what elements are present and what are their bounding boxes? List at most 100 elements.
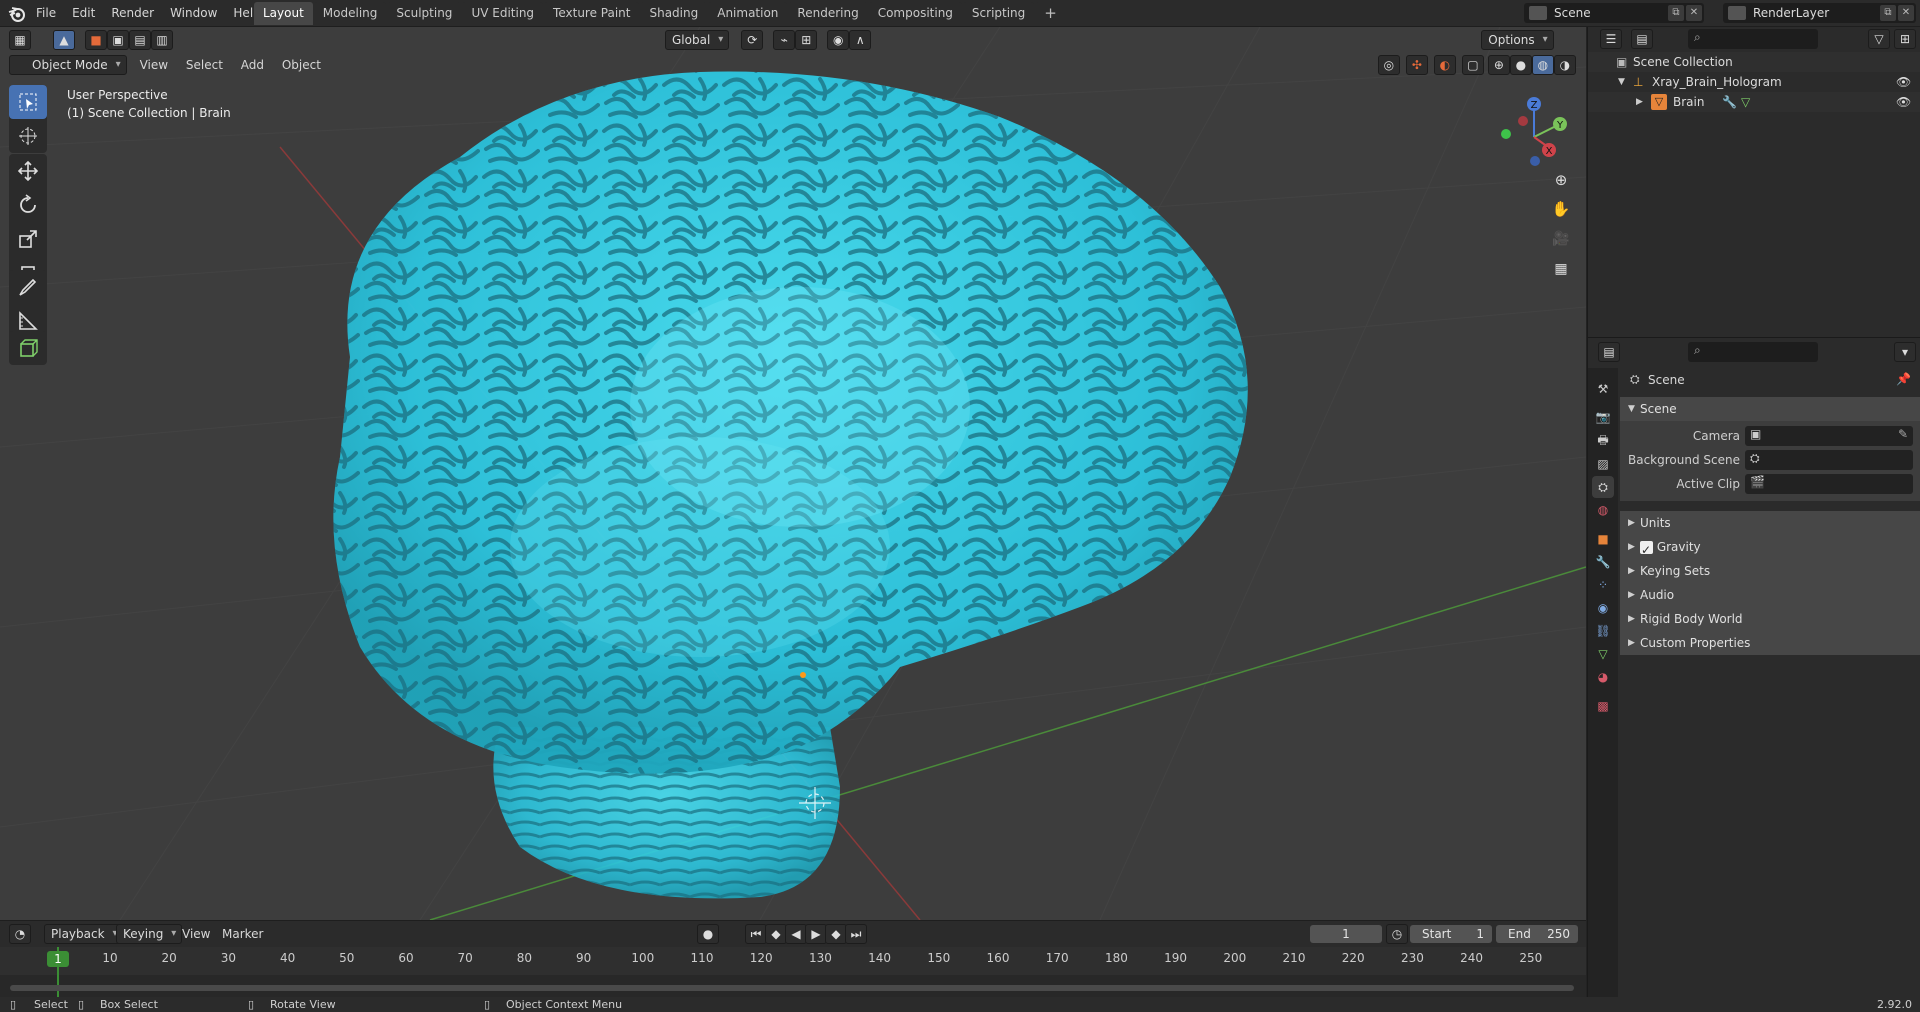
gizmo-neg-y-icon[interactable]: [1501, 129, 1511, 139]
tool-move[interactable]: [9, 154, 47, 188]
timeline-scrollbar[interactable]: [10, 985, 1574, 991]
tab-texture[interactable]: ▩: [1592, 695, 1614, 717]
tool-annotate[interactable]: [9, 270, 47, 304]
expand-brain-icon[interactable]: ▶: [1636, 92, 1643, 112]
tool-cursor[interactable]: [9, 119, 47, 153]
properties-editor-type-icon[interactable]: ▤: [1598, 342, 1620, 362]
outliner-row-collection[interactable]: ▼ ⊥ Xray_Brain_Hologram 👁: [1588, 72, 1920, 92]
falloff-icon[interactable]: ∧: [849, 29, 872, 50]
menu-edit[interactable]: Edit: [64, 6, 103, 20]
select-mode-subtract-icon[interactable]: ▤: [129, 29, 151, 50]
tab-view-layer[interactable]: ▨: [1592, 453, 1614, 475]
background-scene-field[interactable]: ⛭: [1745, 450, 1913, 470]
display-mode-icon[interactable]: ▤: [1631, 29, 1653, 49]
custom-properties-section[interactable]: ▶ Custom Properties: [1620, 631, 1920, 655]
tab-scripting[interactable]: Scripting: [962, 2, 1035, 25]
snap-target-icon[interactable]: ⊞: [795, 29, 818, 50]
xray-toggle-icon[interactable]: ▢: [1461, 54, 1484, 75]
ortho-toggle-button[interactable]: ▦: [1548, 256, 1574, 282]
new-scene-button[interactable]: ⧉: [1668, 5, 1684, 21]
expand-collection-icon[interactable]: ▼: [1618, 72, 1625, 92]
menu-view[interactable]: View: [133, 58, 175, 72]
end-frame-field[interactable]: End 250: [1496, 925, 1578, 943]
camera-view-button[interactable]: 🎥: [1548, 226, 1574, 252]
active-clip-field[interactable]: 🎬: [1745, 474, 1913, 494]
keying-sets-section[interactable]: ▶ Keying Sets: [1620, 559, 1920, 583]
outliner-search-input[interactable]: ⌕: [1688, 29, 1818, 49]
options-dropdown[interactable]: Options: [1481, 29, 1554, 50]
properties-options-icon[interactable]: ▾: [1894, 342, 1916, 362]
select-mode-new-icon[interactable]: ■: [85, 29, 107, 50]
tool-select-box[interactable]: [9, 85, 47, 119]
tab-object[interactable]: ■: [1592, 528, 1614, 550]
menu-window[interactable]: Window: [162, 6, 225, 20]
tab-constraints[interactable]: ⛓: [1592, 620, 1614, 642]
solid-shading-icon[interactable]: ●: [1509, 54, 1532, 75]
tab-particles[interactable]: ⁘: [1592, 574, 1614, 596]
pin-icon[interactable]: 📌: [1896, 372, 1911, 386]
tool-rotate[interactable]: [9, 188, 47, 222]
gizmo-neg-x-icon[interactable]: [1518, 116, 1528, 126]
new-collection-icon[interactable]: ⊞: [1894, 29, 1916, 49]
tab-modeling[interactable]: Modeling: [313, 2, 387, 25]
proportional-edit-icon[interactable]: ◉: [827, 29, 850, 50]
tab-world[interactable]: ◍: [1592, 499, 1614, 521]
pan-view-button[interactable]: ✋: [1548, 196, 1574, 222]
overlays-icon[interactable]: ◐: [1433, 54, 1456, 75]
tool-scale[interactable]: [9, 222, 47, 256]
tab-data[interactable]: ▽: [1592, 643, 1614, 665]
tab-sculpting[interactable]: Sculpting: [387, 2, 462, 25]
rigid-body-world-section[interactable]: ▶ Rigid Body World: [1620, 607, 1920, 631]
object-visibility-eye-icon[interactable]: 👁: [1896, 92, 1911, 112]
tab-tool[interactable]: ⚒: [1592, 378, 1614, 400]
play-icon[interactable]: ▶: [805, 924, 827, 944]
scene-panel-header[interactable]: ▼ Scene: [1620, 397, 1920, 421]
pivot-point-icon[interactable]: ⟳: [741, 29, 764, 50]
camera-field[interactable]: ▣ ✎: [1745, 426, 1913, 446]
prev-keyframe-icon[interactable]: ◆: [765, 924, 787, 944]
tab-shading[interactable]: Shading: [640, 2, 708, 25]
tab-texture-paint[interactable]: Texture Paint: [544, 2, 640, 25]
preview-range-icon[interactable]: ◷: [1386, 924, 1408, 944]
playhead-frame-label[interactable]: 1: [47, 951, 69, 967]
tab-rendering[interactable]: Rendering: [788, 2, 868, 25]
jump-start-icon[interactable]: ⏮: [745, 924, 767, 944]
select-tool-icon[interactable]: ▲: [53, 29, 75, 50]
units-section[interactable]: ▶ Units: [1620, 511, 1920, 535]
wireframe-shading-icon[interactable]: ⊕: [1487, 54, 1510, 75]
tab-modifiers[interactable]: 🔧: [1592, 551, 1614, 573]
outliner-row-brain[interactable]: ▶ ▽ Brain 🔧 ▽ 👁: [1588, 92, 1920, 112]
menu-add[interactable]: Add: [234, 58, 271, 72]
gravity-checkbox[interactable]: [1640, 538, 1653, 562]
gizmo-neg-z-icon[interactable]: [1530, 156, 1540, 166]
menu-select[interactable]: Select: [179, 58, 230, 72]
tab-layout[interactable]: Layout: [254, 2, 313, 25]
tab-physics[interactable]: ◉: [1592, 597, 1614, 619]
gizmo-toggle-icon[interactable]: ✣: [1405, 54, 1428, 75]
tab-output[interactable]: 🖶: [1592, 430, 1614, 452]
current-frame-field[interactable]: 1: [1310, 925, 1382, 943]
tab-render[interactable]: 📷: [1592, 406, 1614, 428]
menu-object[interactable]: Object: [275, 58, 328, 72]
blender-logo-icon[interactable]: [8, 5, 26, 23]
3d-viewport[interactable]: ▦ ▲ ■ ▣ ▤ ▥ Global ⟳ ⌁ ⊞ ◉ ∧ Options Obj…: [0, 27, 1586, 920]
timeline-menu-marker[interactable]: Marker: [222, 927, 263, 941]
filter-icon[interactable]: ▽: [1868, 29, 1890, 49]
menu-file[interactable]: File: [28, 6, 64, 20]
new-view-layer-button[interactable]: ⧉: [1880, 5, 1896, 21]
scene-selector[interactable]: Scene ⧉ ✕: [1524, 3, 1704, 23]
timeline-menu-view[interactable]: View: [182, 927, 210, 941]
tab-animation[interactable]: Animation: [708, 2, 788, 25]
tab-uv-editing[interactable]: UV Editing: [462, 2, 544, 25]
material-preview-shading-icon[interactable]: ◍: [1531, 54, 1554, 75]
start-frame-field[interactable]: Start 1: [1410, 925, 1492, 943]
tab-compositing[interactable]: Compositing: [868, 2, 962, 25]
outliner-editor-type-icon[interactable]: ☰: [1600, 29, 1622, 49]
object-mode-dropdown[interactable]: Object Mode: [9, 54, 127, 75]
mesh-data-icon[interactable]: ▽: [1741, 92, 1750, 112]
editor-type-icon[interactable]: ▦: [9, 29, 31, 50]
tab-scene[interactable]: ⛭: [1592, 476, 1614, 498]
rendered-shading-icon[interactable]: ◑: [1553, 54, 1576, 75]
jump-end-icon[interactable]: ⏭: [845, 924, 867, 944]
audio-section[interactable]: ▶ Audio: [1620, 583, 1920, 607]
